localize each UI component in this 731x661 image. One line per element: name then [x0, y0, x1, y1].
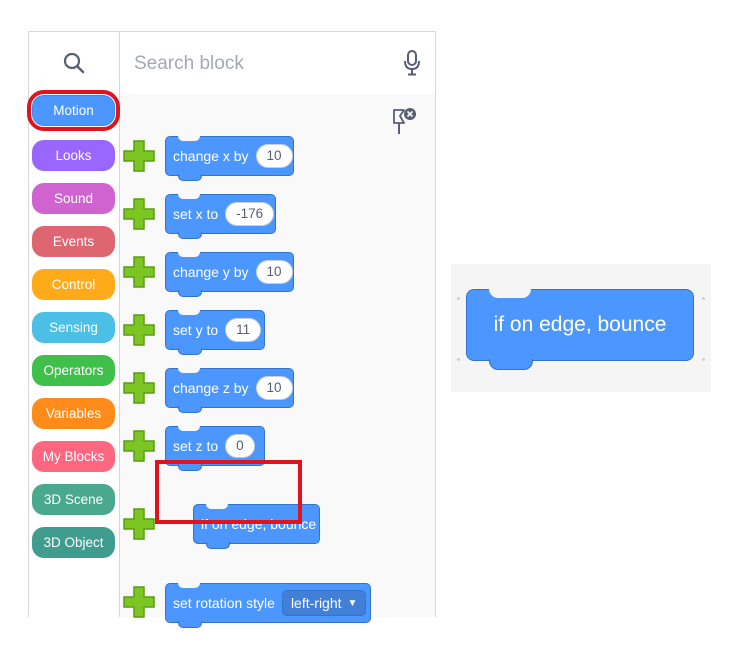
category-operators[interactable]: Operators: [32, 355, 115, 386]
search-input[interactable]: [132, 48, 386, 80]
block-label: if on edge, bounce: [201, 516, 317, 532]
block-set-y[interactable]: set y to 11: [165, 310, 265, 355]
microphone-button[interactable]: [403, 50, 421, 81]
green-plus-icon[interactable]: [123, 508, 155, 540]
category-motion[interactable]: Motion: [27, 90, 120, 131]
rotation-style-dropdown[interactable]: left-right ▼: [281, 590, 367, 616]
category-looks[interactable]: Looks: [32, 140, 115, 171]
handle-dot: [702, 358, 705, 361]
green-plus-icon[interactable]: [123, 372, 155, 404]
green-plus-icon[interactable]: [123, 140, 155, 172]
handle-dot: [702, 297, 705, 300]
green-plus-icon[interactable]: [123, 198, 155, 230]
block-set-x[interactable]: set x to -176: [165, 194, 276, 239]
value-input[interactable]: 0: [225, 434, 255, 458]
green-plus-icon[interactable]: [123, 586, 155, 618]
category-sensing[interactable]: Sensing: [32, 312, 115, 343]
pin-clear-icon: [393, 108, 416, 134]
block-label: change y by: [173, 264, 249, 280]
block-set-z[interactable]: set z to 0: [165, 426, 265, 471]
block-preview: if on edge, bounce: [451, 264, 711, 392]
category-sidebar: Motion Looks Sound Events Control Sensin…: [27, 32, 120, 617]
value-input[interactable]: 10: [255, 144, 293, 168]
handle-dot: [457, 358, 460, 361]
green-plus-icon[interactable]: [123, 430, 155, 462]
dropdown-value: left-right: [290, 595, 342, 611]
category-3d-scene[interactable]: 3D Scene: [32, 484, 115, 515]
block-label: set z to: [173, 438, 219, 454]
block-palette: Motion Looks Sound Events Control Sensin…: [27, 31, 436, 628]
block-set-rotation-style[interactable]: set rotation style left-right ▼: [165, 583, 371, 628]
block-change-y[interactable]: change y by 10: [165, 252, 294, 297]
caret-down-icon: ▼: [347, 597, 358, 609]
block-label: set rotation style: [173, 595, 275, 611]
search-bar: [120, 32, 435, 94]
category-my-blocks[interactable]: My Blocks: [32, 441, 115, 472]
block-label: change x by: [173, 148, 249, 164]
preview-block: if on edge, bounce: [466, 289, 694, 370]
blocks-area: change x by 10 set x to -176 change y by…: [120, 94, 435, 628]
microphone-icon: [404, 50, 420, 76]
block-change-x[interactable]: change x by 10: [165, 136, 294, 181]
search-button[interactable]: [29, 32, 119, 94]
block-label: set y to: [173, 322, 219, 338]
category-3d-object[interactable]: 3D Object: [32, 527, 115, 558]
block-label: change z by: [173, 380, 249, 396]
block-if-on-edge-bounce[interactable]: if on edge, bounce: [193, 504, 320, 549]
value-input[interactable]: 11: [225, 318, 262, 342]
category-control[interactable]: Control: [32, 269, 115, 300]
block-change-z[interactable]: change z by 10: [165, 368, 294, 413]
handle-dot: [457, 297, 460, 300]
value-input[interactable]: -176: [225, 202, 275, 226]
block-label: set x to: [173, 206, 219, 222]
value-input[interactable]: 10: [255, 376, 293, 400]
category-variables[interactable]: Variables: [32, 398, 115, 429]
pin-button[interactable]: [391, 106, 419, 143]
category-events[interactable]: Events: [32, 226, 115, 257]
category-sound[interactable]: Sound: [32, 183, 115, 214]
green-plus-icon[interactable]: [123, 256, 155, 288]
green-plus-icon[interactable]: [123, 314, 155, 346]
value-input[interactable]: 10: [255, 260, 293, 284]
search-icon: [63, 52, 85, 74]
